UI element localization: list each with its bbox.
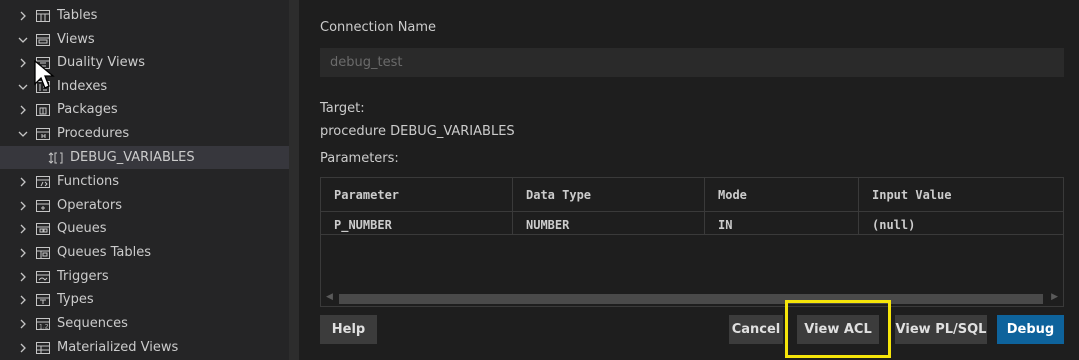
target-value: procedure DEBUG_VARIABLES	[320, 124, 515, 139]
column-header-input-value[interactable]: Input Value	[872, 188, 951, 202]
chevron-right-icon[interactable]	[17, 177, 29, 187]
procedure-icon	[35, 127, 51, 141]
trigger-icon	[35, 270, 51, 284]
tree-item-views[interactable]: Views	[0, 28, 289, 51]
tree-item-label: Tables	[57, 8, 98, 23]
tree-item-sequences[interactable]: 1.2 Sequences	[0, 312, 289, 335]
connection-name-label: Connection Name	[320, 20, 437, 35]
tree-item-packages[interactable]: Packages	[0, 98, 289, 121]
parameters-table: Parameter Data Type Mode Input Value P_N…	[320, 177, 1064, 307]
tree-item-label: Queues Tables	[57, 245, 152, 260]
view-acl-button[interactable]: View ACL	[797, 315, 879, 344]
materialized-view-icon	[35, 341, 51, 355]
tree-item-queues-tables[interactable]: Queues Tables	[0, 241, 289, 264]
type-icon	[35, 293, 51, 307]
chevron-right-icon[interactable]	[17, 105, 29, 115]
debug-procedure-icon	[48, 151, 64, 165]
tree-item-label: Views	[57, 32, 95, 47]
chevron-down-icon[interactable]	[17, 130, 29, 138]
row-divider	[321, 234, 1063, 235]
parameters-label: Parameters:	[320, 151, 399, 166]
tree-item-tables[interactable]: Tables	[0, 4, 289, 27]
column-header-data-type[interactable]: Data Type	[526, 188, 591, 202]
tree-item-label: Types	[57, 292, 94, 307]
tree-item-label: Materialized Views	[57, 340, 179, 355]
tree-item-debug-variables[interactable]: DEBUG_VARIABLES	[0, 146, 289, 169]
debug-button[interactable]: Debug	[997, 315, 1064, 344]
target-label: Target:	[320, 101, 365, 116]
column-header-mode[interactable]: Mode	[718, 188, 747, 202]
tree-item-queues[interactable]: Queues	[0, 217, 289, 240]
tree-item-label: Procedures	[57, 126, 130, 141]
tree-item-label: Operators	[57, 198, 122, 213]
column-header-parameter[interactable]: Parameter	[334, 188, 399, 202]
queue-table-icon	[35, 246, 51, 260]
debug-config-panel: Connection Name debug_test Target: proce…	[299, 0, 1079, 360]
chevron-down-icon[interactable]	[17, 36, 29, 44]
cell-input-value[interactable]: (null)	[872, 218, 915, 232]
chevron-right-icon[interactable]	[17, 272, 29, 282]
tree-item-label: Indexes	[57, 79, 108, 94]
tree-item-procedures[interactable]: Procedures	[0, 122, 289, 145]
table-icon	[35, 9, 51, 23]
chevron-right-icon[interactable]	[17, 11, 29, 21]
tree-item-functions[interactable]: Functions	[0, 170, 289, 193]
chevron-right-icon[interactable]	[17, 295, 29, 305]
tree-item-triggers[interactable]: Triggers	[0, 265, 289, 288]
tree-item-label: Packages	[57, 102, 118, 117]
chevron-right-icon[interactable]	[17, 319, 29, 329]
tree-item-label: Triggers	[57, 269, 109, 284]
cancel-button[interactable]: Cancel	[729, 315, 783, 344]
chevron-down-icon[interactable]	[17, 83, 29, 91]
tree-item-label: Duality Views	[57, 55, 145, 70]
tree-item-types[interactable]: Types	[0, 288, 289, 311]
function-icon	[35, 175, 51, 189]
scrollbar-thumb[interactable]	[339, 294, 1043, 304]
chevron-right-icon[interactable]	[17, 343, 29, 353]
sidebar-splitter[interactable]	[289, 0, 299, 360]
queue-icon	[35, 222, 51, 236]
svg-text:1.2: 1.2	[39, 323, 49, 330]
cell-data-type: NUMBER	[526, 218, 570, 232]
cell-mode: IN	[718, 218, 733, 232]
header-divider	[321, 211, 1063, 212]
mouse-cursor-icon	[34, 59, 56, 94]
horizontal-scrollbar[interactable]: ◀ ▶	[321, 292, 1063, 306]
scroll-right-icon[interactable]: ▶	[1051, 292, 1058, 302]
help-button[interactable]: Help	[320, 315, 377, 344]
view-icon	[35, 33, 51, 47]
column-divider	[858, 178, 859, 234]
connection-name-field[interactable]: debug_test	[320, 48, 1064, 77]
tree-item-label: Sequences	[57, 316, 128, 331]
operator-icon	[35, 199, 51, 213]
chevron-right-icon[interactable]	[17, 58, 29, 68]
column-divider	[512, 178, 513, 234]
chevron-right-icon[interactable]	[17, 248, 29, 258]
scroll-left-icon[interactable]: ◀	[326, 292, 333, 302]
chevron-right-icon[interactable]	[17, 201, 29, 211]
tree-item-materialized-views[interactable]: Materialized Views	[0, 336, 289, 359]
chevron-right-icon[interactable]	[17, 224, 29, 234]
cell-parameter: P_NUMBER	[334, 218, 392, 232]
tree-item-label: Functions	[57, 174, 120, 189]
tree-item-operators[interactable]: Operators	[0, 194, 289, 217]
column-divider	[704, 178, 705, 234]
object-tree-sidebar: Tables Views Duality Views Indexes Packa…	[0, 0, 289, 360]
package-icon	[35, 103, 51, 117]
tree-item-label: DEBUG_VARIABLES	[70, 150, 195, 165]
view-plsql-button[interactable]: View PL/SQL	[895, 315, 987, 344]
sequence-icon: 1.2	[35, 317, 51, 331]
tree-item-label: Queues	[57, 221, 107, 236]
